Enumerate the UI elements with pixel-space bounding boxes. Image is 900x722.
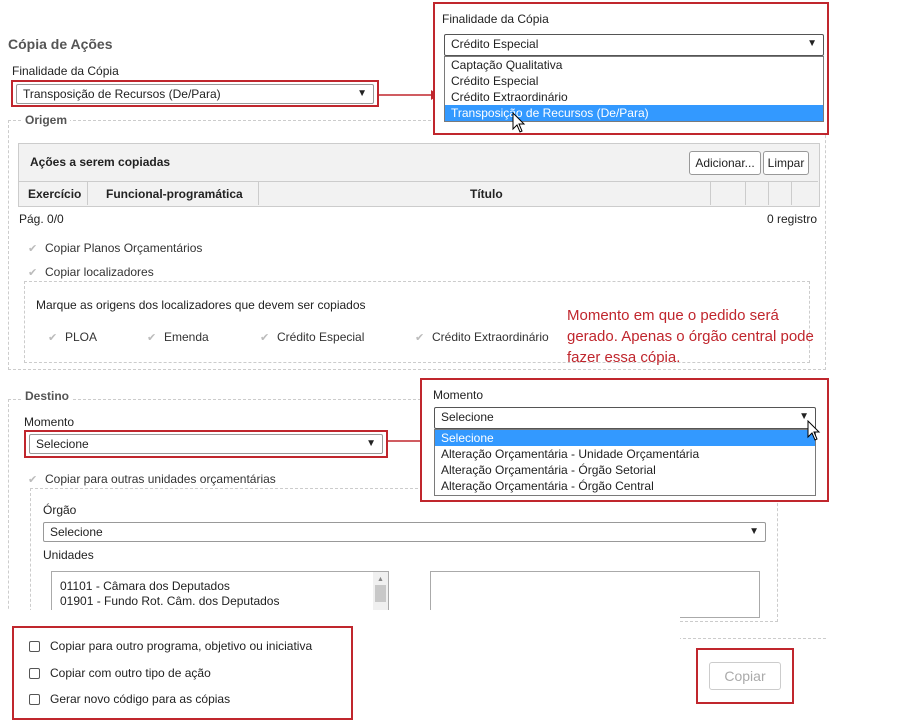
list-item[interactable]: 01101 - Câmara dos Deputados — [60, 579, 388, 594]
momento-popup-value: Selecione — [441, 410, 494, 424]
finalidade-popup-label: Finalidade da Cópia — [442, 12, 549, 26]
checkbox-checked-icon[interactable]: ✔ — [260, 333, 269, 344]
dropdown-option[interactable]: Alteração Orçamentária - Órgão Central — [435, 478, 815, 494]
marque-label: Marque as origens dos localizadores que … — [36, 298, 366, 312]
momento-popup-select[interactable]: Selecione ▼ — [434, 407, 816, 429]
copiar-planos-row[interactable]: ✔ Copiar Planos Orçamentários — [28, 241, 202, 255]
finalidade-dropdown-list[interactable]: Captação Qualitativa Crédito Especial Cr… — [444, 56, 824, 122]
checkbox-checked-icon[interactable]: ✔ — [48, 333, 57, 344]
cursor-icon — [807, 420, 821, 441]
annotation-note: Momento em que o pedido será gerado. Ape… — [567, 307, 814, 366]
destino-legend: Destino — [22, 389, 73, 403]
origem-credito-extraordinario[interactable]: ✔ Crédito Extraordinário — [415, 330, 549, 344]
checkbox-checked-icon[interactable]: ✔ — [28, 268, 37, 279]
table-divider — [19, 181, 818, 182]
col-divider — [710, 182, 711, 205]
copiar-localizadores-row[interactable]: ✔ Copiar localizadores — [28, 265, 154, 279]
orgao-label: Órgão — [43, 503, 77, 517]
finalidade-value: Transposição de Recursos (De/Para) — [23, 87, 221, 101]
finalidade-popup-value: Crédito Especial — [451, 37, 539, 51]
clear-button[interactable]: Limpar — [763, 151, 809, 175]
finalidade-label: Finalidade da Cópia — [12, 64, 119, 78]
finalidade-popup-select[interactable]: Crédito Especial ▼ — [444, 34, 824, 56]
dropdown-option[interactable]: Captação Qualitativa — [445, 57, 823, 73]
origem-legend: Origem — [22, 113, 71, 127]
col-funcional: Funcional-programática — [106, 187, 243, 201]
chevron-down-icon: ▼ — [807, 38, 817, 49]
checkbox-checked-icon[interactable]: ✔ — [28, 475, 37, 486]
checkbox-icon[interactable] — [29, 641, 40, 653]
acoes-title: Ações a serem copiadas — [30, 155, 171, 169]
checkbox-checked-icon[interactable]: ✔ — [415, 333, 424, 344]
dropdown-option[interactable]: Alteração Orçamentária - Unidade Orçamen… — [435, 446, 815, 462]
momento-label: Momento — [24, 415, 75, 429]
option-label: Gerar novo código para as cópias — [50, 692, 231, 706]
origem-credito-especial[interactable]: ✔ Crédito Especial — [260, 330, 364, 344]
col-divider — [258, 182, 259, 205]
list-item[interactable]: 01901 - Fundo Rot. Câm. dos Deputados — [60, 594, 388, 609]
checkbox-checked-icon[interactable]: ✔ — [28, 244, 37, 255]
finalidade-select[interactable]: Transposição de Recursos (De/Para) ▼ — [16, 84, 374, 104]
col-divider — [87, 182, 88, 205]
momento-select[interactable]: Selecione ▼ — [29, 434, 383, 454]
chevron-down-icon: ▼ — [357, 88, 367, 99]
cursor-icon — [512, 112, 526, 133]
origem-ploa-label: PLOA — [65, 330, 98, 344]
option-label: Copiar com outro tipo de ação — [50, 666, 211, 680]
dropdown-option-highlighted[interactable]: Transposição de Recursos (De/Para) — [445, 105, 823, 121]
chevron-down-icon: ▼ — [366, 438, 376, 449]
momento-dropdown-list[interactable]: Selecione Alteração Orçamentária - Unida… — [434, 429, 816, 496]
copiar-outras-row[interactable]: ✔ Copiar para outras unidades orçamentári… — [28, 472, 276, 486]
option-outro-programa[interactable]: Copiar para outro programa, objetivo ou … — [29, 639, 312, 653]
scroll-up-icon[interactable]: ▲ — [373, 576, 388, 583]
copiar-planos-label: Copiar Planos Orçamentários — [45, 241, 203, 255]
unidades-label: Unidades — [43, 548, 94, 562]
option-novo-codigo[interactable]: Gerar novo código para as cópias — [29, 692, 230, 706]
col-exercicio: Exercício — [28, 187, 82, 201]
checkbox-icon[interactable] — [29, 694, 40, 706]
origem-credito-especial-label: Crédito Especial — [277, 330, 365, 344]
copiar-button[interactable]: Copiar — [709, 662, 781, 690]
momento-value: Selecione — [36, 437, 89, 451]
dropdown-option-highlighted[interactable]: Selecione — [435, 430, 815, 446]
origem-emenda-label: Emenda — [164, 330, 209, 344]
add-button[interactable]: Adicionar... — [689, 151, 761, 175]
col-divider — [745, 182, 746, 205]
col-divider — [768, 182, 769, 205]
copiar-outras-label: Copiar para outras unidades orçamentária… — [45, 472, 276, 486]
option-outro-tipo[interactable]: Copiar com outro tipo de ação — [29, 666, 211, 680]
checkbox-icon[interactable] — [29, 668, 40, 680]
annotation-arrow-1 — [379, 90, 439, 100]
momento-popup-label: Momento — [433, 388, 484, 402]
copiar-localizadores-label: Copiar localizadores — [45, 265, 154, 279]
origem-ploa[interactable]: ✔ PLOA — [48, 330, 97, 344]
origem-emenda[interactable]: ✔ Emenda — [147, 330, 209, 344]
scroll-thumb[interactable] — [375, 585, 386, 602]
dropdown-option[interactable]: Crédito Extraordinário — [445, 89, 823, 105]
orgao-value: Selecione — [50, 525, 103, 539]
chevron-down-icon: ▼ — [749, 526, 759, 537]
col-divider — [791, 182, 792, 205]
page-info: Pág. 0/0 — [19, 212, 64, 226]
registros-count: 0 registro — [767, 212, 818, 226]
page-title: Cópia de Ações — [8, 36, 113, 52]
dropdown-option[interactable]: Crédito Especial — [445, 73, 823, 89]
option-label: Copiar para outro programa, objetivo ou … — [50, 639, 313, 653]
origem-credito-extraordinario-label: Crédito Extraordinário — [432, 330, 549, 344]
dropdown-option[interactable]: Alteração Orçamentária - Órgão Setorial — [435, 462, 815, 478]
orgao-select[interactable]: Selecione ▼ — [43, 522, 766, 542]
col-titulo: Título — [470, 187, 503, 201]
checkbox-checked-icon[interactable]: ✔ — [147, 333, 156, 344]
